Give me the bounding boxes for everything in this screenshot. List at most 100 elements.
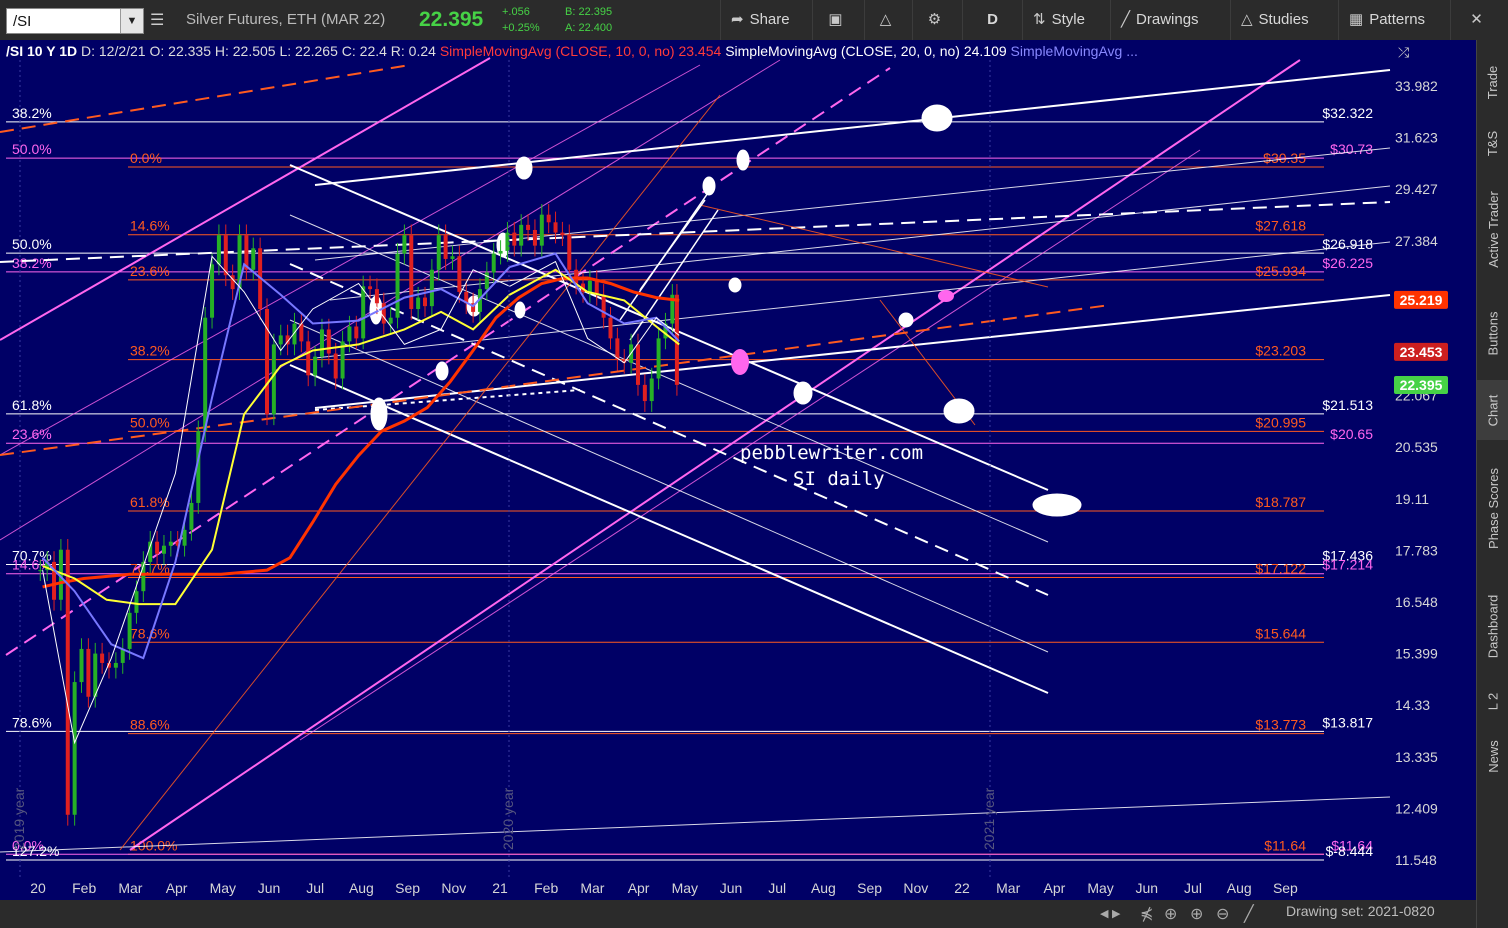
fib-level-price: $18.787 <box>1255 494 1306 510</box>
fib-level-price: $25.934 <box>1255 263 1306 279</box>
candle-body <box>395 253 400 318</box>
candle-body <box>491 253 496 273</box>
share-icon: ➦ <box>731 11 744 28</box>
sma20-value: 24.109 <box>963 43 1007 59</box>
style-button[interactable]: ⇅ Style <box>1022 0 1110 40</box>
x-tick-label: Aug <box>811 880 836 896</box>
tab-phase-scores[interactable]: Phase Scores <box>1477 448 1508 568</box>
candle-body <box>560 232 565 236</box>
candle-body <box>526 224 531 230</box>
sma10-label[interactable]: SimpleMovingAvg (CLOSE, 10, 0, no) <box>440 43 675 59</box>
sma20-label[interactable]: SimpleMovingAvg (CLOSE, 20, 0, no) <box>725 43 960 59</box>
patterns-button[interactable]: ▦ Patterns <box>1338 0 1450 40</box>
tab-time-and-sales[interactable]: T&S <box>1477 120 1508 166</box>
fib-level-price: $13.773 <box>1255 717 1306 733</box>
candle-body <box>450 256 455 259</box>
camera-icon: ▣ <box>828 11 843 28</box>
y-tick-label: 16.548 <box>1395 594 1438 610</box>
y-tick-label: 17.783 <box>1395 542 1438 558</box>
candle-body <box>429 269 434 307</box>
x-tick-label: Apr <box>628 880 650 896</box>
tab-chart[interactable]: Chart <box>1477 380 1508 440</box>
candle-body <box>512 232 517 246</box>
tab-dashboard[interactable]: Dashboard <box>1477 576 1508 676</box>
candle-body <box>79 648 84 683</box>
drawing-set-label[interactable]: Drawing set: 2021-0820 <box>1286 903 1435 919</box>
close-chart-button[interactable]: ✕ <box>1450 0 1508 40</box>
x-tick-label: May <box>210 880 236 896</box>
x-tick-label: Jun <box>258 880 281 896</box>
fib-level-price: $30.35 <box>1263 150 1306 166</box>
tab-news[interactable]: News <box>1477 726 1508 786</box>
candle-body <box>423 297 428 307</box>
fib-level-price: $17.214 <box>1322 557 1373 573</box>
x-tick-label: Apr <box>1044 880 1066 896</box>
studies-quick-button[interactable]: △ <box>864 0 912 40</box>
candle-body <box>443 235 448 259</box>
chevron-down-icon[interactable]: ▼ <box>120 9 143 33</box>
year-marker: 2020 year <box>500 787 516 850</box>
tab-active-trader[interactable]: Active Trader <box>1477 174 1508 284</box>
zoom-in-icon[interactable]: ⊕ <box>1190 904 1203 924</box>
fib-level-price: $26.225 <box>1322 255 1373 271</box>
settings-button[interactable]: ⚙ <box>912 0 962 40</box>
x-tick-label: May <box>672 880 698 896</box>
candle-body <box>93 653 98 697</box>
fib-level-label: 50.0% <box>12 236 52 252</box>
price-badge-label: 22.395 <box>1400 377 1443 393</box>
candle-body <box>100 653 105 663</box>
share-button[interactable]: ➦ Share <box>720 0 812 40</box>
chart-area[interactable]: 38.2% $32.322 50.0% $30.73 0.0% $30.35 14.6% $2… <box>0 40 1476 900</box>
fib-level-price: $26.918 <box>1322 236 1373 252</box>
snapshot-button[interactable]: ▣ <box>812 0 864 40</box>
sliders-icon[interactable]: ☰ <box>150 10 164 30</box>
sma3-label[interactable]: SimpleMovingAvg ... <box>1011 43 1138 59</box>
last-price: 22.395 <box>419 8 484 31</box>
candle-body <box>587 280 592 292</box>
price-chart[interactable]: 38.2% $32.322 50.0% $30.73 0.0% $30.35 14.6% $2… <box>0 40 1476 900</box>
x-tick-label: Sep <box>857 880 882 896</box>
fib-level-label: 50.0% <box>12 141 52 157</box>
x-tick-label: Mar <box>118 880 142 896</box>
y-tick-label: 19.11 <box>1395 491 1429 507</box>
period-button[interactable]: D <box>962 0 1022 40</box>
ask-price: A: 22.400 <box>565 22 613 34</box>
candle-body <box>127 612 132 649</box>
right-sidebar: Trade T&S Active Trader Buttons Chart Ph… <box>1476 40 1508 928</box>
crosshair-icon[interactable]: ⊕ <box>1164 904 1177 924</box>
zoom-out-icon[interactable]: ⊖ <box>1216 904 1229 924</box>
chart-header: /SI 10 Y 1D D: 12/2/21 O: 22.335 H: 22.5… <box>6 43 1138 59</box>
bar-low: L: 22.265 <box>279 43 338 59</box>
drag-icon[interactable]: ⋠ <box>1140 904 1153 924</box>
symbol-description: Silver Futures, ETH (MAR 22) <box>186 11 386 28</box>
fib-level-price: $13.817 <box>1322 714 1373 730</box>
scroll-right-icon[interactable]: ▶ <box>1112 907 1120 920</box>
fib-level-label: 38.2% <box>12 255 52 271</box>
tab-trade[interactable]: Trade <box>1477 52 1508 112</box>
studies-button[interactable]: △ Studies <box>1230 0 1338 40</box>
close-icon: ✕ <box>1470 11 1483 28</box>
x-tick-label: Mar <box>580 880 604 896</box>
x-tick-label: 21 <box>492 880 508 896</box>
top-toolbar: /SI ▼ ☰ Silver Futures, ETH (MAR 22) 22.… <box>0 0 1508 41</box>
fib-level-price: $17.122 <box>1255 561 1306 577</box>
candle-body <box>553 222 558 233</box>
candle-body <box>203 317 208 432</box>
y-tick-label: 12.409 <box>1395 800 1438 816</box>
tab-level-2[interactable]: L 2 <box>1477 684 1508 718</box>
cursor-tool-icon[interactable]: ⤮ <box>1398 44 1409 61</box>
candle-body <box>532 229 537 246</box>
symbol-input[interactable]: /SI ▼ <box>6 8 144 34</box>
fib-level-label: 0.0% <box>130 150 162 166</box>
candle-body <box>374 289 379 304</box>
candle-body <box>601 294 606 318</box>
scroll-left-icon[interactable]: ◀ <box>1100 907 1108 920</box>
bar-high: H: 22.505 <box>214 43 276 59</box>
candle-body <box>608 317 613 339</box>
ruler-icon[interactable]: ╱ <box>1244 904 1254 924</box>
drawings-button[interactable]: ╱ Drawings <box>1110 0 1230 40</box>
flask-icon: △ <box>1241 11 1253 28</box>
x-tick-label: Jul <box>306 880 324 896</box>
tab-buttons[interactable]: Buttons <box>1477 292 1508 374</box>
candle-body <box>182 529 187 546</box>
